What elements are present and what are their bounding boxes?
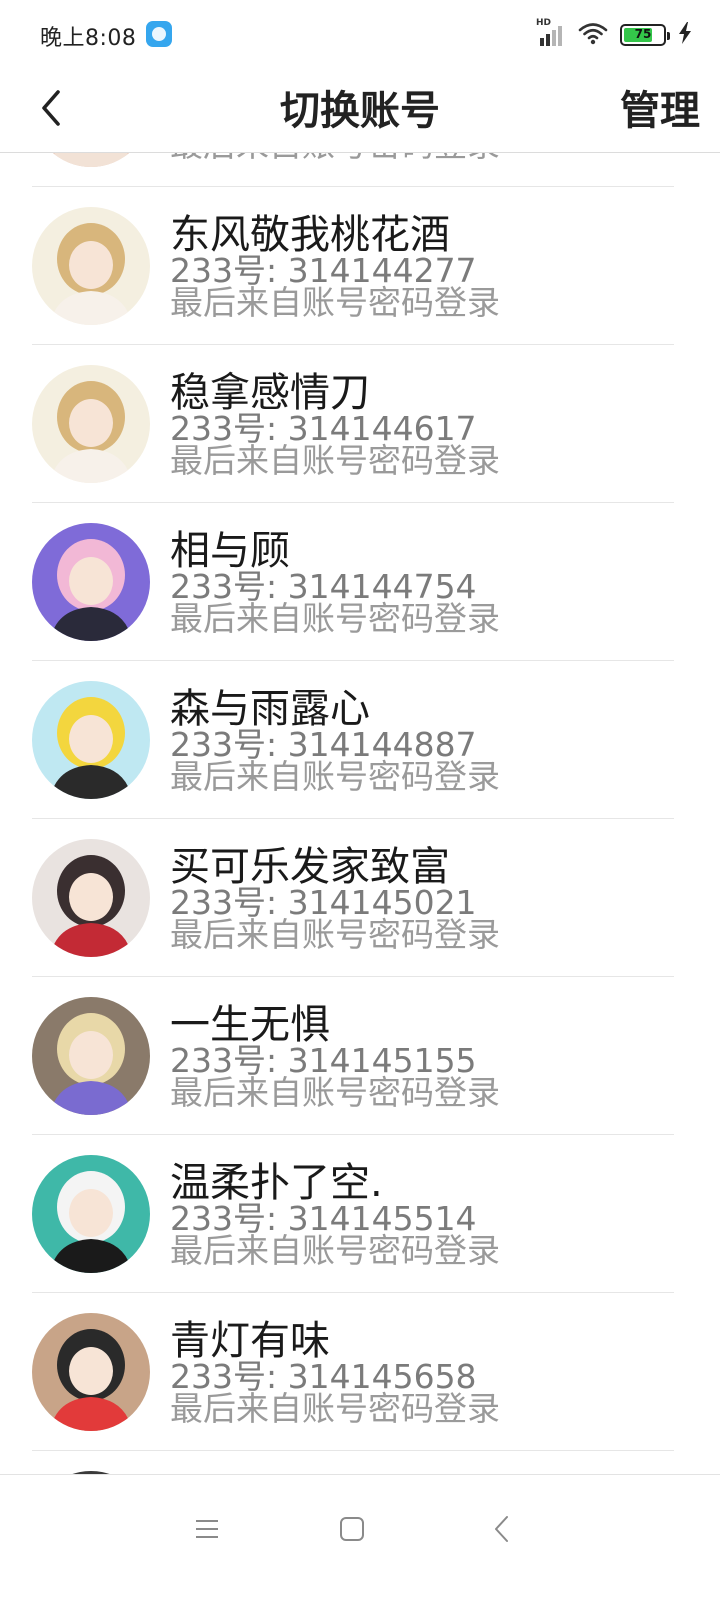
avatar [32,839,150,957]
status-bar: 晚上8:08 HD 75 [0,0,720,68]
account-item[interactable] [0,1451,720,1474]
account-item[interactable]: 森与雨露心 233号: 314144887 最后来自账号密码登录 [0,661,720,819]
account-login-method: 最后来自账号密码登录 [170,599,500,638]
home-button[interactable] [322,1501,382,1561]
account-item[interactable]: 最后来自账号密码登录 [0,152,720,187]
page-title: 切换账号 [280,88,440,134]
account-item[interactable]: 稳拿感情刀 233号: 314144617 最后来自账号密码登录 [0,345,720,503]
wifi-icon [578,21,608,49]
battery-icon: 75 [620,24,670,46]
account-login-method: 最后来自账号密码登录 [170,441,500,480]
system-back-button[interactable] [472,1501,532,1561]
home-icon [339,1516,365,1546]
chevron-left-icon [38,88,64,132]
avatar [32,1313,150,1431]
account-item[interactable]: 青灯有味 233号: 314145658 最后来自账号密码登录 [0,1293,720,1451]
avatar [32,1155,150,1273]
account-login-method: 最后来自账号密码登录 [170,283,500,322]
account-item[interactable]: 温柔扑了空. 233号: 314145514 最后来自账号密码登录 [0,1135,720,1293]
status-time: 晚上8:08 [40,26,137,51]
header: 切换账号 管理 [0,68,720,153]
signal-icon: HD [536,18,566,48]
recent-apps-button[interactable] [177,1501,237,1561]
menu-icon [194,1517,220,1545]
account-list-inner: 最后来自账号密码登录东风敬我桃花酒233号: 314144277最后来自账号密码… [0,152,720,1474]
avatar [32,152,150,167]
account-login-method: 最后来自账号密码登录 [170,757,500,796]
system-nav-bar [0,1474,720,1600]
avatar [32,523,150,641]
account-login-method: 最后来自账号密码登录 [170,1231,500,1270]
account-item[interactable]: 一生无惧 233号: 314145155 最后来自账号密码登录 [0,977,720,1135]
back-button[interactable] [26,82,76,138]
account-item[interactable]: 买可乐发家致富 233号: 314145021 最后来自账号密码登录 [0,819,720,977]
battery-level: 75 [634,27,652,41]
account-login-method: 最后来自账号密码登录 [170,1389,500,1428]
back-icon [492,1514,512,1548]
avatar [32,207,150,325]
status-icons: HD 75 [536,18,692,50]
account-item[interactable]: 相与顾 233号: 314144754 最后来自账号密码登录 [0,503,720,661]
account-login-method: 最后来自账号密码登录 [170,915,500,954]
charging-bolt-icon [678,22,692,48]
switch-account-screen: 晚上8:08 HD 75 切换账号 管理 东风敬我桃花酒 233号: 31414… [0,0,720,1600]
avatar [32,997,150,1115]
avatar [32,365,150,483]
account-login-method: 最后来自账号密码登录 [170,152,500,163]
account-item[interactable]: 东风敬我桃花酒 233号: 314144277 最后来自账号密码登录 [0,187,720,345]
manage-button[interactable]: 管理 [620,78,700,136]
account-login-method: 最后来自账号密码登录 [170,1073,500,1112]
account-list[interactable]: 最后来自账号密码登录东风敬我桃花酒233号: 314144277最后来自账号密码… [0,152,720,1474]
chat-bubble-icon [146,21,172,47]
avatar [32,681,150,799]
